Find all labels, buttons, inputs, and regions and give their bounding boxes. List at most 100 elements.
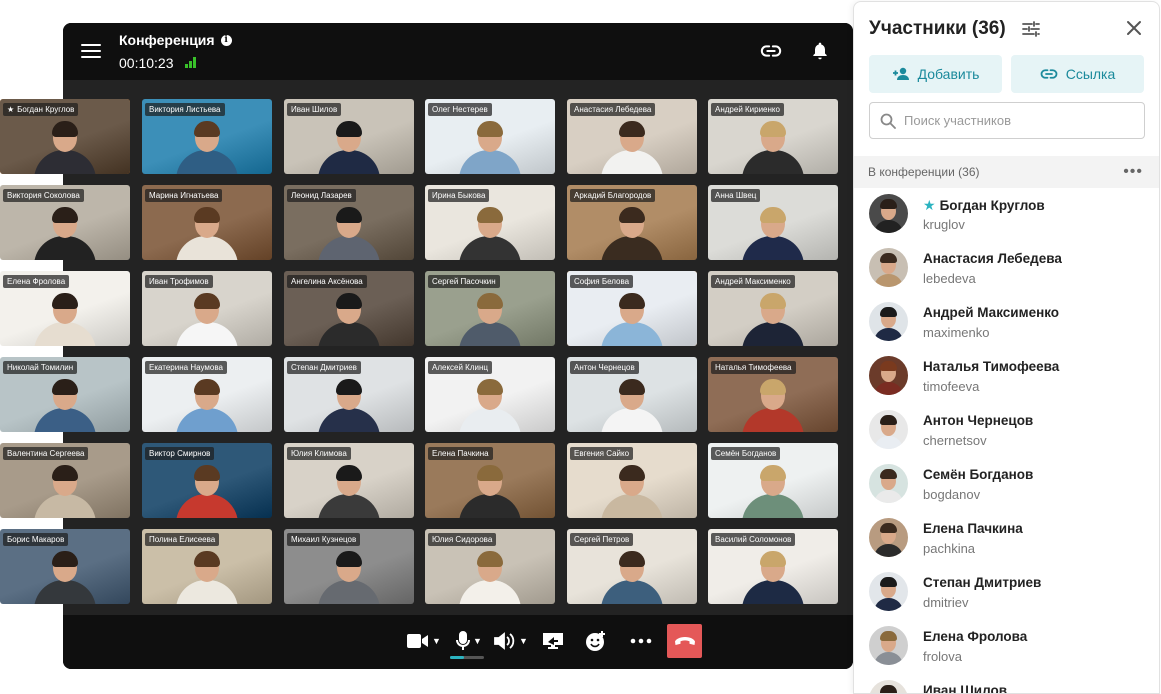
- person-hair: [194, 121, 220, 137]
- video-tile[interactable]: Ангелина Аксёнова: [284, 271, 414, 346]
- video-tile[interactable]: Николай Томилин: [0, 357, 130, 432]
- participant-list-item[interactable]: Степан Дмитриев dmitriev: [854, 566, 1159, 620]
- link-icon: [1040, 69, 1058, 79]
- video-tile[interactable]: Алексей Клинц: [425, 357, 555, 432]
- participant-name-text: Иван Шилов: [923, 683, 1008, 694]
- avatar: [869, 518, 908, 557]
- avatar: [869, 356, 908, 395]
- video-tile[interactable]: Виктория Листьева: [142, 99, 272, 174]
- participant-name-label: Ирина Быкова: [428, 189, 490, 202]
- participant-name: Антон Чернецов: [923, 413, 1033, 428]
- participant-name-label: Иван Трофимов: [145, 275, 213, 288]
- participant-login: timofeeva: [923, 379, 980, 394]
- participant-name-label: Аркадий Благородов: [570, 189, 656, 202]
- add-participant-button[interactable]: Добавить: [869, 55, 1002, 93]
- participant-list-item[interactable]: ★ Богдан Круглов kruglov: [854, 188, 1159, 242]
- person-hair: [52, 551, 78, 567]
- video-tile[interactable]: Антон Чернецов: [567, 357, 697, 432]
- video-tile[interactable]: Виктор Смирнов: [142, 443, 272, 518]
- participant-list-item[interactable]: Елена Пачкина pachkina: [854, 512, 1159, 566]
- avatar: [869, 194, 908, 233]
- avatar-body: [874, 382, 903, 395]
- participant-name: Наталья Тимофеева: [923, 359, 1059, 374]
- participant-name-label: Алексей Клинц: [428, 361, 492, 374]
- tile-name: Ирина Быкова: [432, 191, 486, 200]
- video-tile[interactable]: Андрей Максименко: [708, 271, 838, 346]
- person-hair: [336, 379, 362, 395]
- tile-name: Валентина Сергеева: [7, 449, 85, 458]
- tile-name: Василий Соломонов: [715, 535, 792, 544]
- participant-name-label: Сергей Пасочкин: [428, 275, 500, 288]
- person-hair: [336, 293, 362, 309]
- participant-name-text: Богдан Круглов: [939, 198, 1045, 213]
- tile-name: Евгения Сайко: [574, 449, 630, 458]
- video-tile[interactable]: Анна Швец: [708, 185, 838, 260]
- video-tile[interactable]: Марина Игнатьева: [142, 185, 272, 260]
- video-tile[interactable]: Валентина Сергеева: [0, 443, 130, 518]
- video-tile[interactable]: Елена Фролова: [0, 271, 130, 346]
- invite-link-button[interactable]: Ссылка: [1011, 55, 1144, 93]
- tile-name: Николай Томилин: [7, 363, 74, 372]
- video-tile[interactable]: Екатерина Наумова: [142, 357, 272, 432]
- person-hair: [619, 465, 645, 481]
- participant-login: frolova: [923, 649, 963, 664]
- video-tile[interactable]: Анастасия Лебедева: [567, 99, 697, 174]
- participant-list-item[interactable]: Елена Фролова frolova: [854, 620, 1159, 674]
- tile-name: Степан Дмитриев: [291, 363, 357, 372]
- video-tile[interactable]: Иван Шилов: [284, 99, 414, 174]
- filter-settings-icon[interactable]: [1021, 19, 1041, 39]
- video-tile[interactable]: Сергей Петров: [567, 529, 697, 604]
- video-tile[interactable]: Сергей Пасочкин: [425, 271, 555, 346]
- participant-name: Иван Шилов: [923, 683, 1008, 694]
- video-tile[interactable]: Олег Нестерев: [425, 99, 555, 174]
- participant-name-text: Антон Чернецов: [923, 413, 1034, 428]
- video-tile[interactable]: Полина Елисеева: [142, 529, 272, 604]
- video-tile[interactable]: Ирина Быкова: [425, 185, 555, 260]
- video-tile[interactable]: Иван Трофимов: [142, 271, 272, 346]
- tile-name: Анастасия Лебедева: [574, 105, 652, 114]
- participant-list-item[interactable]: Семён Богданов bogdanov: [854, 458, 1159, 512]
- tile-name: Юлия Климова: [291, 449, 347, 458]
- tile-name: Сергей Пасочкин: [432, 277, 496, 286]
- avatar-body: [874, 598, 903, 611]
- video-tile[interactable]: Юлия Сидорова: [425, 529, 555, 604]
- video-tile[interactable]: Семён Богданов: [708, 443, 838, 518]
- search-input[interactable]: [904, 113, 1134, 128]
- avatar: [869, 464, 908, 503]
- participant-name-text: Елена Пачкина: [923, 521, 1023, 536]
- close-icon[interactable]: [1126, 20, 1142, 36]
- participant-name-text: Андрей Максименко: [923, 305, 1060, 320]
- video-tile[interactable]: Юлия Климова: [284, 443, 414, 518]
- app-stage: Конференция i 00:10:23 ▼ ▼ ▼ ★ Богдан Кр…: [0, 0, 1161, 694]
- tile-name: Юлия Сидорова: [432, 535, 493, 544]
- video-tile[interactable]: Евгения Сайко: [567, 443, 697, 518]
- person-hair: [477, 465, 503, 481]
- video-tile[interactable]: Василий Соломонов: [708, 529, 838, 604]
- participant-name-label: ★ Богдан Круглов: [3, 103, 79, 116]
- participant-list-item[interactable]: Наталья Тимофеева timofeeva: [854, 350, 1159, 404]
- more-horizontal-icon[interactable]: •••: [1123, 156, 1143, 188]
- video-tile[interactable]: Виктория Соколова: [0, 185, 130, 260]
- video-tile[interactable]: Елена Пачкина: [425, 443, 555, 518]
- participant-name-label: Полина Елисеева: [145, 533, 220, 546]
- video-tile[interactable]: Андрей Кириенко: [708, 99, 838, 174]
- participant-list-item[interactable]: Анастасия Лебедева lebedeva: [854, 242, 1159, 296]
- video-tile[interactable]: Леонид Лазарев: [284, 185, 414, 260]
- video-tile[interactable]: Борис Макаров: [0, 529, 130, 604]
- video-tile[interactable]: ★ Богдан Круглов: [0, 99, 130, 174]
- video-tile[interactable]: Наталья Тимофеева: [708, 357, 838, 432]
- participant-name-text: Анастасия Лебедева: [923, 251, 1062, 266]
- video-tile[interactable]: София Белова: [567, 271, 697, 346]
- participant-name-label: Андрей Максименко: [711, 275, 795, 288]
- video-tile[interactable]: Степан Дмитриев: [284, 357, 414, 432]
- participant-name-label: Валентина Сергеева: [3, 447, 89, 460]
- participant-search[interactable]: [869, 102, 1145, 139]
- participant-list-item[interactable]: Иван Шилов: [854, 674, 1159, 694]
- avatar-hair: [880, 631, 897, 641]
- tile-name: Полина Елисеева: [149, 535, 216, 544]
- invite-link-label: Ссылка: [1065, 66, 1116, 82]
- participant-list-item[interactable]: Антон Чернецов chernetsov: [854, 404, 1159, 458]
- video-tile[interactable]: Аркадий Благородов: [567, 185, 697, 260]
- participant-list-item[interactable]: Андрей Максименко maximenko: [854, 296, 1159, 350]
- video-tile[interactable]: Михаил Кузнецов: [284, 529, 414, 604]
